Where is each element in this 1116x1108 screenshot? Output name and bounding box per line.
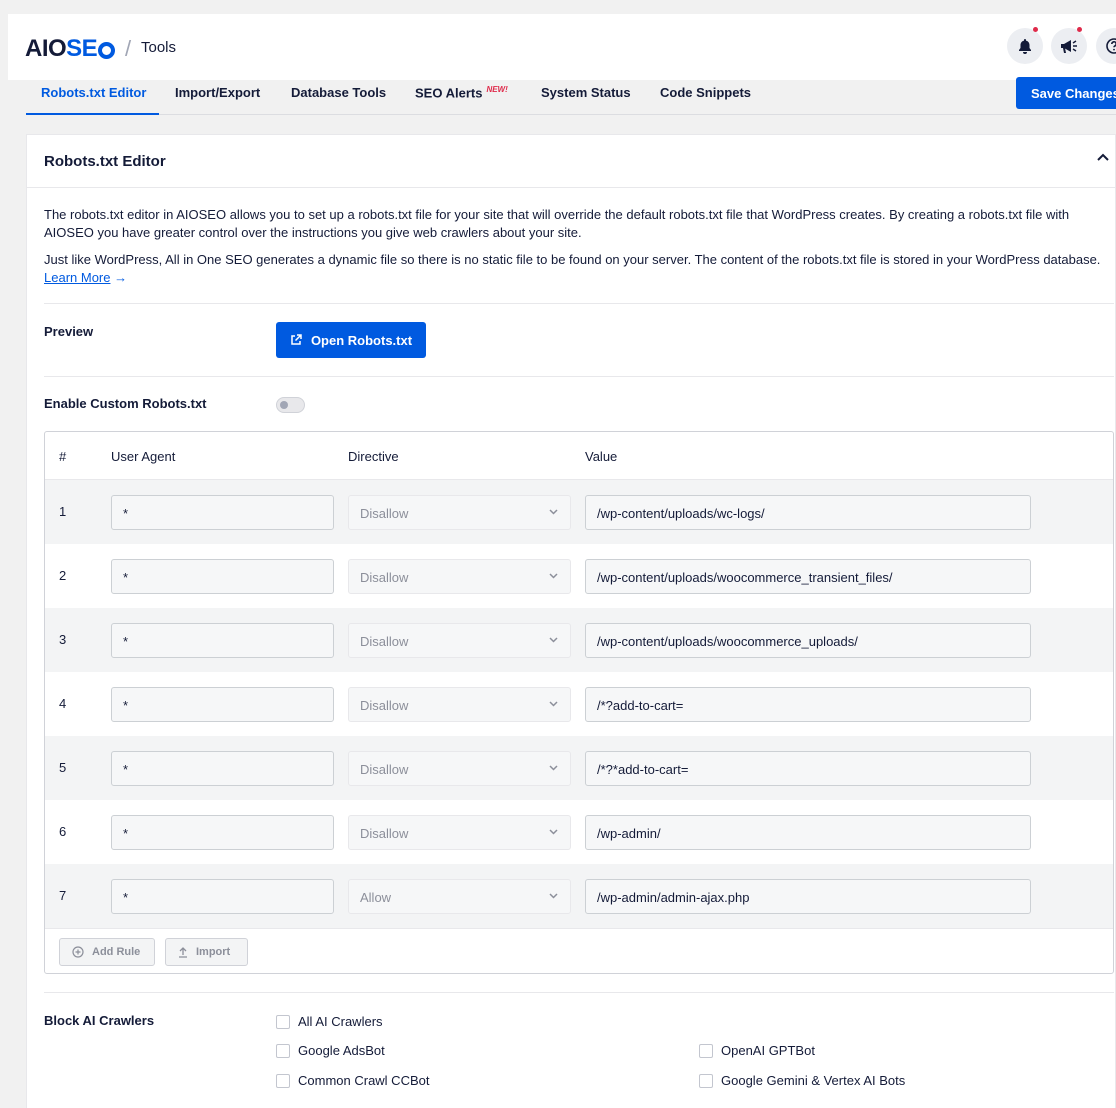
import-button[interactable]: Import [165, 938, 248, 966]
divider [44, 376, 1114, 377]
user-agent-input[interactable]: * [111, 559, 334, 594]
checkbox[interactable] [276, 1014, 290, 1029]
description-paragraph-1: The robots.txt editor in AIOSEO allows y… [44, 207, 1070, 240]
column-header-directive: Directive [348, 449, 399, 464]
toggle-knob [280, 401, 288, 409]
add-rule-button[interactable]: Add Rule [59, 938, 155, 966]
checkbox[interactable] [699, 1043, 713, 1058]
bell-icon [1019, 38, 1031, 54]
new-badge: NEW! [486, 85, 508, 94]
save-changes-button[interactable]: Save Changes [1016, 77, 1116, 109]
chevron-down-icon [549, 893, 558, 899]
checkbox[interactable] [276, 1043, 290, 1058]
directive-select[interactable]: Disallow [348, 751, 571, 786]
table-row: 4 * Disallow /*?add-to-cart= [45, 672, 1113, 736]
value-input[interactable]: /wp-content/uploads/wc-logs/ [585, 495, 1031, 530]
learn-more-link[interactable]: Learn More [44, 270, 110, 285]
user-agent-input[interactable]: * [111, 879, 334, 914]
preview-label: Preview [44, 324, 94, 339]
checkbox[interactable] [276, 1073, 290, 1088]
value-input[interactable]: /wp-admin/ [585, 815, 1031, 850]
value-input[interactable]: /wp-admin/admin-ajax.php [585, 879, 1031, 914]
megaphone-icon [1061, 39, 1077, 53]
checkbox-google-adsbot[interactable]: Google AdsBot [276, 1043, 385, 1058]
arrow-right-icon: → [114, 270, 128, 285]
table-row: 3 * Disallow /wp-content/uploads/woocomm… [45, 608, 1113, 672]
user-agent-input[interactable]: * [111, 623, 334, 658]
table-row: 5 * Disallow /*?*add-to-cart= [45, 736, 1113, 800]
table-row: 6 * Disallow /wp-admin/ [45, 800, 1113, 864]
value-input[interactable]: /*?*add-to-cart= [585, 751, 1031, 786]
table-footer: Add Rule Import [45, 928, 1113, 973]
checkbox-common-crawl-ccbot[interactable]: Common Crawl CCBot [276, 1073, 429, 1088]
chevron-down-icon [549, 829, 558, 835]
breadcrumb: Tools [141, 39, 177, 56]
card-header: Robots.txt Editor [27, 135, 1115, 188]
block-ai-crawlers-label: Block AI Crawlers [44, 1013, 155, 1028]
enable-custom-robots-toggle[interactable] [276, 397, 305, 413]
table-header: # User Agent Directive Value [45, 432, 1113, 480]
tools-tabs: Robots.txt Editor Import/Export Database… [26, 80, 1116, 115]
enable-custom-robots-label: Enable Custom Robots.txt [44, 396, 207, 411]
column-header-user-agent: User Agent [111, 449, 176, 464]
divider [44, 992, 1114, 993]
checkbox-openai-gptbot[interactable]: OpenAI GPTBot [699, 1043, 815, 1058]
chevron-up-icon[interactable] [1097, 153, 1109, 161]
value-input[interactable]: /wp-content/uploads/woocommerce_uploads/ [585, 623, 1031, 658]
user-agent-input[interactable]: * [111, 495, 334, 530]
breadcrumb-separator: / [125, 36, 132, 61]
top-bar: AIO SE / Tools [8, 14, 1116, 80]
directive-select[interactable]: Allow [348, 879, 571, 914]
column-header-number: # [59, 449, 67, 464]
checkbox[interactable] [699, 1073, 713, 1088]
table-row: 7 * Allow /wp-admin/admin-ajax.php [45, 864, 1113, 928]
column-header-value: Value [585, 449, 618, 464]
tab-system-status[interactable]: System Status [541, 80, 631, 115]
announcement-dot [1077, 27, 1082, 32]
table-row: 2 * Disallow /wp-content/uploads/woocomm… [45, 544, 1113, 608]
card-title: Robots.txt Editor [44, 153, 166, 170]
checkbox-google-gemini-vertex[interactable]: Google Gemini & Vertex AI Bots [699, 1073, 905, 1088]
tab-seo-alerts[interactable]: SEO Alerts NEW! [415, 80, 508, 115]
chevron-down-icon [549, 509, 558, 515]
value-input[interactable]: /wp-content/uploads/woocommerce_transien… [585, 559, 1031, 594]
help-button[interactable] [1096, 28, 1116, 64]
tab-database-tools[interactable]: Database Tools [291, 80, 386, 115]
announcements-button[interactable] [1051, 27, 1087, 64]
upload-icon [179, 946, 187, 958]
user-agent-input[interactable]: * [111, 751, 334, 786]
plus-circle-icon [72, 946, 84, 958]
directive-select[interactable]: Disallow [348, 559, 571, 594]
tab-import-export[interactable]: Import/Export [175, 80, 260, 115]
robots-rules-table: # User Agent Directive Value 1 * Disallo… [44, 431, 1114, 974]
tab-code-snippets[interactable]: Code Snippets [660, 80, 751, 115]
directive-select[interactable]: Disallow [348, 687, 571, 722]
divider [44, 303, 1114, 304]
checkbox-all-ai-crawlers[interactable]: All AI Crawlers [276, 1014, 383, 1029]
notification-dot [1033, 27, 1038, 32]
directive-select[interactable]: Disallow [348, 623, 571, 658]
description-paragraph-2: Just like WordPress, All in One SEO gene… [44, 252, 1101, 285]
aioseo-logo[interactable]: AIO SE [25, 35, 116, 63]
external-link-icon [291, 334, 302, 345]
open-robots-txt-button[interactable]: Open Robots.txt [276, 322, 426, 358]
directive-select[interactable]: Disallow [348, 815, 571, 850]
chevron-down-icon [549, 701, 558, 707]
logo-gear-icon [98, 41, 116, 59]
robots-editor-card: Robots.txt Editor The robots.txt editor … [26, 134, 1116, 1108]
user-agent-input[interactable]: * [111, 815, 334, 850]
help-icon [1106, 38, 1116, 54]
chevron-down-icon [549, 573, 558, 579]
value-input[interactable]: /*?add-to-cart= [585, 687, 1031, 722]
directive-select[interactable]: Disallow [348, 495, 571, 530]
chevron-down-icon [549, 765, 558, 771]
tab-robots-txt-editor[interactable]: Robots.txt Editor [26, 80, 159, 115]
user-agent-input[interactable]: * [111, 687, 334, 722]
chevron-down-icon [549, 637, 558, 643]
notifications-button[interactable] [1007, 27, 1043, 64]
table-row: 1 * Disallow /wp-content/uploads/wc-logs… [45, 480, 1113, 544]
